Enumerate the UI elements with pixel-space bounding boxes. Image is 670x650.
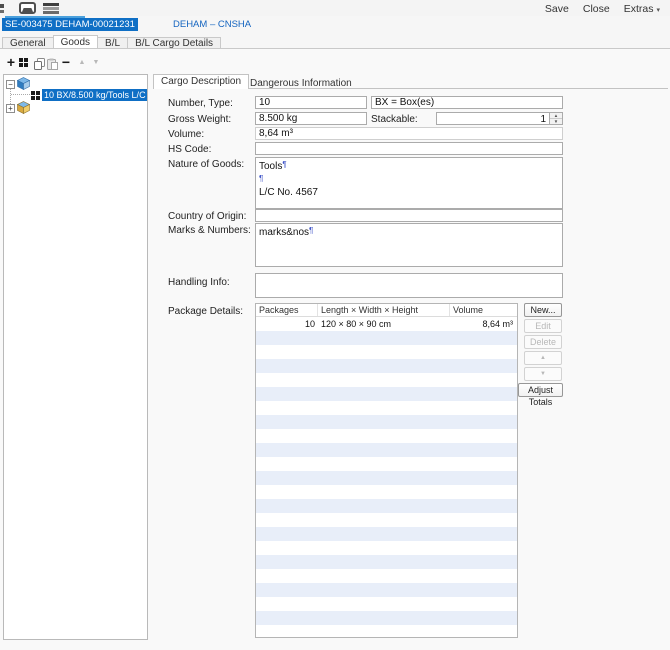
- pilcrow-mark: ¶: [259, 174, 263, 183]
- goods-tree: − 10 BX/8.500 kg/Tools L/C No. 4567 +: [3, 74, 148, 640]
- window-actions: Save Close Extras▾: [545, 3, 660, 15]
- tab-goods[interactable]: Goods: [53, 35, 98, 48]
- extras-menu-button[interactable]: Extras▾: [624, 3, 660, 15]
- gross-weight-input[interactable]: [255, 112, 367, 125]
- tree-item-selected[interactable]: 10 BX/8.500 kg/Tools L/C No. 4567: [42, 89, 148, 101]
- table-empty-row: [256, 597, 517, 611]
- app-window: Save Close Extras▾ SE-003475 DEHAM-00021…: [0, 0, 670, 650]
- clipped-app-icon: [0, 4, 4, 8]
- pilcrow-mark: ¶: [309, 226, 313, 235]
- table-empty-row: [256, 527, 517, 541]
- number-type-label: Number, Type:: [168, 98, 233, 109]
- table-empty-row: [256, 471, 517, 485]
- marks-numbers-textarea[interactable]: marks&nos¶: [255, 223, 563, 267]
- table-empty-row: [256, 345, 517, 359]
- paste-icon[interactable]: [46, 57, 58, 70]
- delete-package-button[interactable]: Delete: [524, 335, 562, 349]
- table-empty-row: [256, 429, 517, 443]
- handling-info-textarea[interactable]: [255, 273, 563, 298]
- stackable-label: Stackable:: [371, 114, 418, 125]
- adjust-totals-button[interactable]: Adjust Totals: [518, 383, 563, 397]
- number-input[interactable]: [255, 96, 367, 109]
- table-header-row: Packages Length × Width × Height Volume: [256, 304, 517, 317]
- main-tab-bar: General Goods B/L B/L Cargo Details: [2, 36, 220, 48]
- save-button[interactable]: Save: [545, 3, 569, 15]
- table-empty-row: [256, 359, 517, 373]
- document-header: SE-003475 DEHAM-00021231 DEHAM – CNSHA: [0, 18, 670, 31]
- table-empty-row: [256, 541, 517, 555]
- new-package-button[interactable]: New...: [524, 303, 562, 317]
- col-header-volume[interactable]: Volume: [450, 304, 516, 316]
- table-empty-row: [256, 499, 517, 513]
- top-toolbar: Save Close Extras▾: [0, 0, 670, 16]
- table-empty-row: [256, 625, 517, 638]
- table-empty-row: [256, 373, 517, 387]
- package-table-filler: [256, 331, 517, 638]
- stepper-buttons: ▲ ▼: [549, 113, 562, 124]
- table-empty-row: [256, 513, 517, 527]
- table-empty-row: [256, 569, 517, 583]
- table-empty-row: [256, 485, 517, 499]
- tab-bl-cargo-details[interactable]: B/L Cargo Details: [127, 37, 221, 48]
- row-down-button[interactable]: ▼: [524, 367, 562, 381]
- packages-icon: [31, 91, 40, 100]
- copy-icon[interactable]: [33, 57, 45, 70]
- goods-package-icon[interactable]: [17, 77, 30, 90]
- hs-code-label: HS Code:: [168, 144, 211, 155]
- collapse-node-toggle[interactable]: −: [6, 80, 15, 89]
- add-goods-icon[interactable]: +: [5, 56, 17, 69]
- gross-weight-label: Gross Weight:: [168, 114, 231, 125]
- country-of-origin-input[interactable]: [255, 209, 563, 222]
- table-empty-row: [256, 443, 517, 457]
- hs-code-input[interactable]: [255, 142, 563, 155]
- stackable-value: 1: [540, 114, 546, 125]
- col-header-dimensions[interactable]: Length × Width × Height: [318, 304, 450, 316]
- menu-icon[interactable]: [43, 3, 59, 14]
- table-empty-row: [256, 401, 517, 415]
- cell-dimensions: 120 × 80 × 90 cm: [318, 317, 450, 331]
- table-empty-row: [256, 387, 517, 401]
- nature-of-goods-textarea[interactable]: Tools¶ ¶ L/C No. 4567: [255, 157, 563, 209]
- table-row[interactable]: 10 120 × 80 × 90 cm 8,64 m³: [256, 317, 517, 331]
- package-details-label: Package Details:: [168, 306, 243, 317]
- volume-label: Volume:: [168, 129, 204, 140]
- tree-connector: [11, 94, 31, 95]
- cell-packages: 10: [256, 317, 318, 331]
- table-empty-row: [256, 583, 517, 597]
- table-empty-row: [256, 331, 517, 345]
- expand-node-toggle[interactable]: +: [6, 104, 15, 113]
- move-down-icon[interactable]: ▼: [90, 56, 102, 69]
- shipment-route: DEHAM – CNSHA: [173, 19, 251, 30]
- chevron-down-icon: ▾: [656, 7, 660, 14]
- country-of-origin-label: Country of Origin:: [168, 211, 246, 222]
- table-empty-row: [256, 457, 517, 471]
- tab-cargo-description[interactable]: Cargo Description: [153, 74, 249, 89]
- table-empty-row: [256, 415, 517, 429]
- nature-of-goods-label: Nature of Goods:: [168, 159, 244, 170]
- pilcrow-mark: ¶: [282, 160, 286, 169]
- table-empty-row: [256, 555, 517, 569]
- marks-numbers-label: Marks & Numbers:: [168, 225, 251, 236]
- volume-readonly-field: 8,64 m³: [255, 127, 563, 140]
- inbox-icon[interactable]: [19, 2, 36, 14]
- goods-package-icon-2[interactable]: [17, 101, 30, 114]
- edit-package-button[interactable]: Edit: [524, 319, 562, 333]
- remove-goods-icon[interactable]: −: [60, 56, 72, 69]
- package-details-table[interactable]: Packages Length × Width × Height Volume …: [255, 303, 518, 638]
- cell-volume: 8,64 m³: [450, 317, 516, 331]
- row-up-button[interactable]: ▲: [524, 351, 562, 365]
- table-empty-row: [256, 611, 517, 625]
- stackable-stepper[interactable]: 1 ▲ ▼: [436, 112, 563, 125]
- handling-info-label: Handling Info:: [168, 277, 230, 288]
- move-up-icon[interactable]: ▲: [76, 56, 88, 69]
- shipment-reference[interactable]: SE-003475 DEHAM-00021231: [2, 18, 138, 31]
- col-header-packages[interactable]: Packages: [256, 304, 318, 316]
- tab-bl[interactable]: B/L: [97, 37, 128, 48]
- tab-general[interactable]: General: [2, 37, 54, 48]
- clipped-app-icon-2: [0, 10, 4, 13]
- close-button[interactable]: Close: [583, 3, 610, 15]
- packages-icon[interactable]: [19, 58, 28, 67]
- stepper-down-icon[interactable]: ▼: [550, 119, 562, 125]
- package-type-input[interactable]: [371, 96, 563, 109]
